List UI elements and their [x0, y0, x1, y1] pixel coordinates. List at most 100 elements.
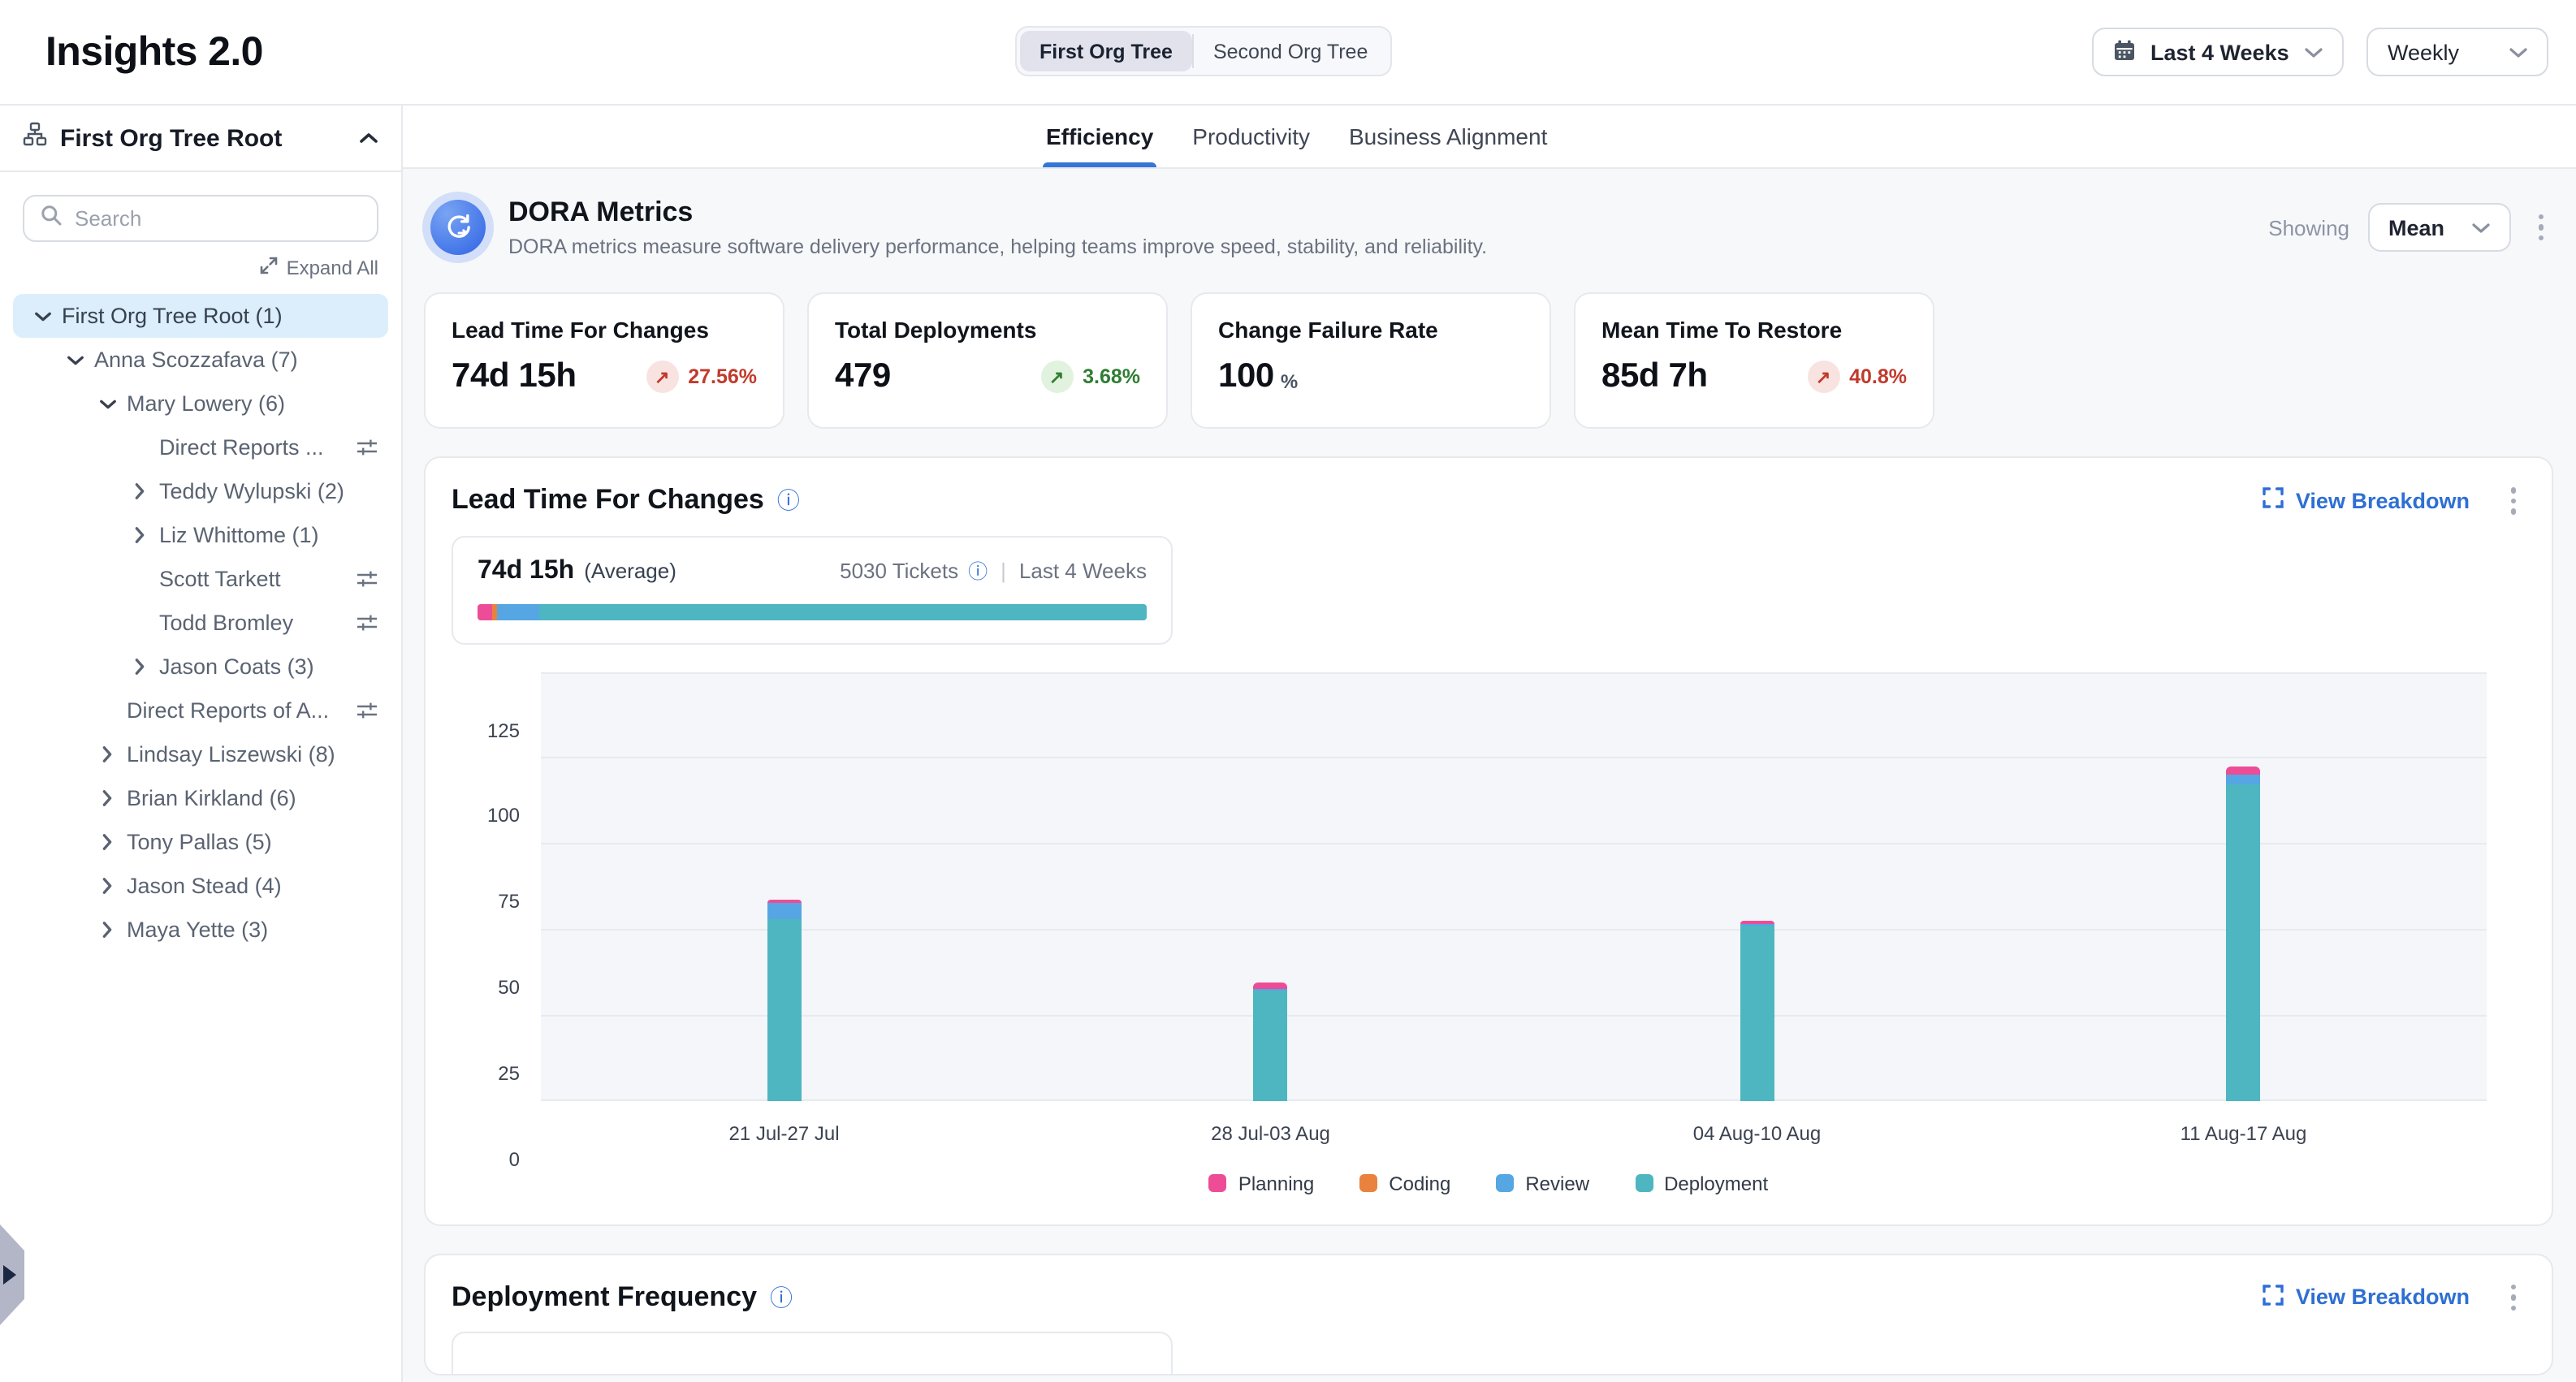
metric-card-title: Mean Time To Restore [1601, 317, 1907, 343]
legend-item[interactable]: Deployment [1635, 1172, 1768, 1194]
dora-controls: Showing Mean [2268, 203, 2553, 252]
chevron-down-icon[interactable] [62, 347, 88, 373]
dora-titles: DORA Metrics DORA metrics measure softwa… [508, 197, 1487, 258]
aggregation-select[interactable]: Mean [2367, 203, 2510, 252]
tree-item[interactable]: Mary Lowery (6) [13, 382, 388, 425]
trend-up-arrow-icon: ↗ [646, 361, 678, 393]
filter-sliders-icon[interactable] [356, 700, 378, 721]
tree-item-label: Jason Stead (4) [127, 874, 282, 898]
tab-business-alignment[interactable]: Business Alignment [1346, 106, 1550, 167]
date-range-select[interactable]: Last 4 Weeks [2092, 28, 2344, 76]
chevron-right-icon[interactable] [94, 829, 120, 855]
bar-segment-planning [1254, 982, 1288, 988]
legend-label: Planning [1238, 1172, 1314, 1194]
y-axis-tick-label: 0 [452, 1147, 520, 1170]
view-breakdown-button[interactable]: View Breakdown [2263, 1285, 2470, 1311]
filter-sliders-icon[interactable] [356, 568, 378, 590]
sidebar-collapse-handle[interactable] [0, 1224, 24, 1325]
trend-delta-value: 40.8% [1849, 365, 1907, 388]
expand-all-button[interactable]: Expand All [23, 257, 378, 279]
progress-segment-planning [478, 603, 493, 620]
tree-item[interactable]: Direct Reports ... [13, 425, 388, 469]
tree-item[interactable]: Scott Tarkett [13, 557, 388, 601]
deployment-frequency-panel: Deployment Frequency ⓘ View Breakdown [424, 1253, 2553, 1376]
info-icon[interactable]: ⓘ [968, 561, 988, 581]
app-title: Insights 2.0 [45, 28, 263, 76]
chevron-right-icon[interactable] [94, 741, 120, 767]
filter-sliders-icon[interactable] [356, 437, 378, 458]
lead-time-summary-card: 74d 15h (Average) 5030 Tickets ⓘ | Last … [452, 535, 1173, 644]
chevron-down-icon[interactable] [29, 303, 55, 329]
metric-card: Change Failure Rate100% [1191, 292, 1551, 429]
tree-item[interactable]: Tony Pallas (5) [13, 820, 388, 864]
expand-all-label: Expand All [287, 257, 378, 279]
tickets-count: 5030 Tickets [840, 559, 958, 583]
deployment-frequency-title: Deployment Frequency [452, 1281, 757, 1314]
chevron-spacer [94, 697, 120, 723]
tree-item[interactable]: Brian Kirkland (6) [13, 776, 388, 820]
tree-item[interactable]: Jason Stead (4) [13, 864, 388, 908]
chart-plot-area [541, 672, 2487, 1100]
x-axis-tick-label: 28 Jul-03 Aug [1211, 1121, 1330, 1144]
tree-item[interactable]: Maya Yette (3) [13, 908, 388, 952]
chevron-right-icon[interactable] [127, 654, 153, 680]
sidebar-search [23, 195, 378, 242]
kebab-menu-icon[interactable] [2500, 1277, 2526, 1317]
collapse-section-chevron-up-icon[interactable] [359, 132, 378, 145]
tree-item[interactable]: Teddy Wylupski (2) [13, 469, 388, 513]
granularity-select[interactable]: Weekly [2366, 28, 2548, 76]
lead-time-title: Lead Time For Changes [452, 485, 764, 517]
view-breakdown-label: View Breakdown [2296, 489, 2470, 513]
stacked-bar[interactable] [1740, 920, 1774, 1100]
tab-productivity[interactable]: Productivity [1189, 106, 1313, 167]
chevron-down-icon[interactable] [94, 391, 120, 417]
stacked-bar[interactable] [767, 900, 802, 1100]
legend-item[interactable]: Coding [1359, 1172, 1450, 1194]
tree-item[interactable]: First Org Tree Root (1) [13, 294, 388, 338]
triangle-right-icon [3, 1265, 16, 1285]
tree-item[interactable]: Direct Reports of A... [13, 689, 388, 732]
trend-badge: ↗3.68% [1040, 361, 1140, 393]
metric-card-title: Lead Time For Changes [452, 317, 757, 343]
tree-item-label: Tony Pallas (5) [127, 830, 272, 854]
tree-item[interactable]: Jason Coats (3) [13, 645, 388, 689]
view-breakdown-button[interactable]: View Breakdown [2263, 488, 2470, 514]
tree-item-label: Teddy Wylupski (2) [159, 479, 344, 503]
tab-efficiency[interactable]: Efficiency [1043, 106, 1156, 167]
info-icon[interactable]: ⓘ [770, 1286, 793, 1309]
legend-item[interactable]: Planning [1209, 1172, 1314, 1194]
y-axis-tick-label: 75 [452, 890, 520, 913]
tree-item-label: Jason Coats (3) [159, 654, 314, 679]
tree-item[interactable]: Lindsay Liszewski (8) [13, 732, 388, 776]
y-axis-tick-label: 100 [452, 805, 520, 827]
tree-item[interactable]: Anna Scozzafava (7) [13, 338, 388, 382]
chevron-right-icon[interactable] [94, 785, 120, 811]
info-icon[interactable]: ⓘ [777, 490, 800, 512]
org-tree-tab-second[interactable]: Second Org Tree [1194, 31, 1387, 71]
tree-item[interactable]: Todd Bromley [13, 601, 388, 645]
chevron-right-icon[interactable] [94, 873, 120, 899]
chevron-down-icon [2305, 46, 2323, 58]
filter-sliders-icon[interactable] [356, 612, 378, 633]
x-axis-tick-label: 21 Jul-27 Jul [728, 1121, 839, 1144]
org-tree-tab-first[interactable]: First Org Tree [1020, 31, 1192, 71]
chevron-right-icon[interactable] [94, 917, 120, 943]
metric-card-title: Change Failure Rate [1218, 317, 1524, 343]
metric-card-value: 74d 15h [452, 357, 577, 396]
sidebar-header-label: First Org Tree Root [60, 124, 346, 152]
legend-item[interactable]: Review [1496, 1172, 1589, 1194]
main-tabs: Efficiency Productivity Business Alignme… [403, 106, 2576, 169]
kebab-menu-icon[interactable] [2528, 208, 2553, 248]
kebab-menu-icon[interactable] [2500, 481, 2526, 520]
chevron-right-icon[interactable] [127, 478, 153, 504]
y-axis-tick-label: 125 [452, 719, 520, 741]
org-tree-switcher: First Org Tree Second Org Tree [1015, 26, 1392, 76]
tree-item[interactable]: Liz Whittome (1) [13, 513, 388, 557]
chevron-spacer [127, 610, 153, 636]
search-input[interactable] [75, 206, 361, 231]
chevron-right-icon[interactable] [127, 522, 153, 548]
stacked-bar[interactable] [2227, 766, 2261, 1100]
search-icon [41, 204, 62, 233]
tree-item-label: Maya Yette (3) [127, 918, 268, 942]
stacked-bar[interactable] [1254, 982, 1288, 1100]
